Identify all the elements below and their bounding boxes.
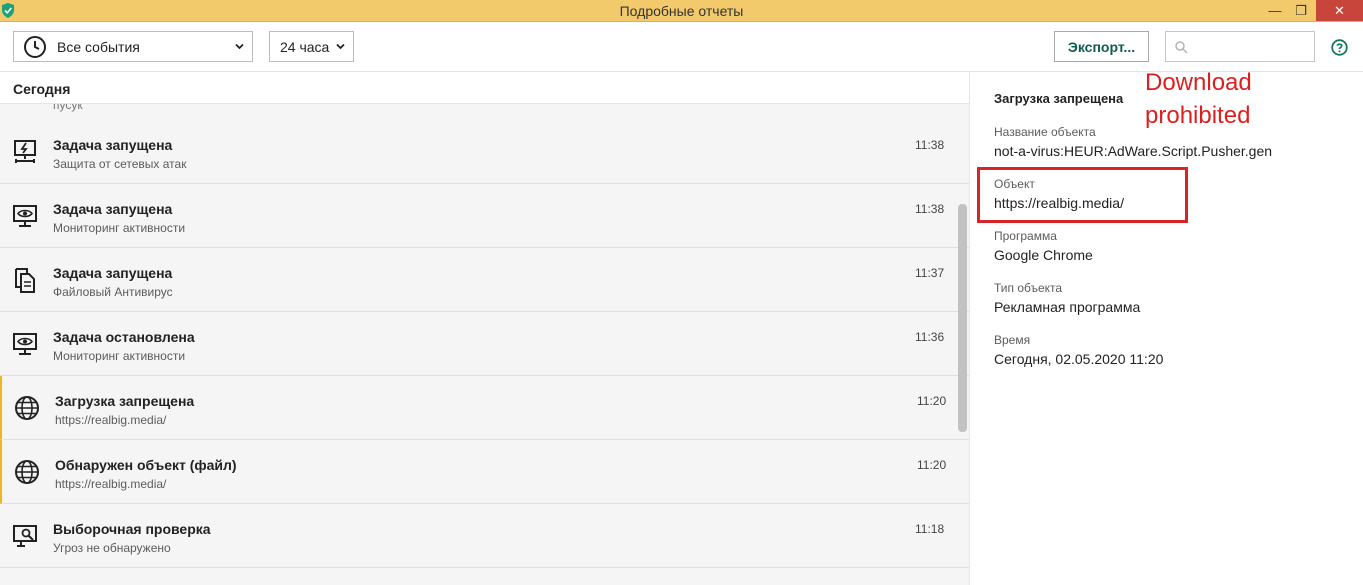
search-input[interactable] bbox=[1165, 31, 1315, 62]
globe-icon bbox=[15, 396, 39, 420]
period-value: 24 часа bbox=[280, 38, 330, 55]
export-button[interactable]: Экспорт... bbox=[1054, 31, 1149, 62]
event-subtitle: Файловый Антивирус bbox=[53, 285, 173, 299]
toolbar: Все события 24 часа Экспорт... bbox=[0, 22, 1363, 72]
event-subtitle: https://realbig.media/ bbox=[55, 413, 167, 427]
object-type-label: Тип объекта bbox=[994, 281, 1063, 295]
object-name-label: Название объекта bbox=[994, 125, 1096, 139]
event-row[interactable]: Выборочная проверка Угроз не обнаружено … bbox=[0, 504, 969, 568]
chevron-down-icon bbox=[336, 43, 345, 50]
event-subtitle: Защита от сетевых атак bbox=[53, 157, 187, 171]
clipped-previous-row: пусук bbox=[0, 104, 969, 120]
event-row[interactable]: Задача запущена Файловый Антивирус 11:37 bbox=[0, 248, 969, 312]
event-filter-select[interactable]: Все события bbox=[13, 31, 253, 62]
object-name-value: not-a-virus:HEUR:AdWare.Script.Pusher.ge… bbox=[994, 143, 1273, 159]
event-filter-value: Все события bbox=[57, 38, 140, 55]
clock-icon bbox=[24, 35, 46, 58]
chevron-down-icon bbox=[235, 43, 244, 50]
window-title: Подробные отчеты bbox=[619, 3, 744, 19]
event-time: 11:38 bbox=[915, 202, 945, 216]
annotation-text: Download prohibited bbox=[1145, 69, 1252, 129]
maximize-button[interactable]: ❐ bbox=[1288, 0, 1314, 21]
event-title: Обнаружен объект (файл) bbox=[55, 457, 237, 473]
period-select[interactable]: 24 часа bbox=[269, 31, 354, 62]
annotation-highlight-box bbox=[977, 167, 1188, 223]
file-antivirus-icon bbox=[15, 268, 35, 293]
program-label: Программа bbox=[994, 229, 1057, 243]
custom-scan-icon bbox=[13, 525, 37, 547]
event-subtitle: Мониторинг активности bbox=[53, 221, 186, 235]
event-details-pane: Загрузка запрещена Название объекта not-… bbox=[969, 72, 1363, 585]
activity-monitor-icon bbox=[13, 205, 37, 227]
event-time: 11:38 bbox=[915, 138, 945, 152]
globe-icon bbox=[15, 460, 39, 484]
event-row[interactable]: Задача запущена Мониторинг активности 11… bbox=[0, 184, 969, 248]
close-button[interactable]: ✕ bbox=[1316, 0, 1363, 21]
event-title: Выборочная проверка bbox=[53, 521, 211, 537]
event-subtitle: Мониторинг активности bbox=[53, 349, 186, 363]
activity-monitor-icon bbox=[13, 333, 37, 355]
event-title: Задача запущена bbox=[53, 137, 173, 153]
event-row[interactable]: Задача запущена Защита от сетевых атак 1… bbox=[0, 120, 969, 184]
clipped-row-text: пусук bbox=[53, 104, 83, 112]
event-subtitle: Угроз не обнаружено bbox=[53, 541, 171, 555]
event-list-pane: Сегодня пусук Задача запущена Защита от … bbox=[0, 72, 969, 585]
event-title: Загрузка запрещена bbox=[55, 393, 195, 409]
event-title: Задача запущена bbox=[53, 265, 173, 281]
event-row-selected[interactable]: Загрузка запрещена https://realbig.media… bbox=[0, 376, 969, 440]
event-title: Задача запущена bbox=[53, 201, 173, 217]
event-time: 11:36 bbox=[915, 330, 945, 344]
event-subtitle: https://realbig.media/ bbox=[55, 477, 167, 491]
event-time: 11:20 bbox=[917, 458, 947, 472]
program-value: Google Chrome bbox=[994, 247, 1093, 263]
time-label: Время bbox=[994, 333, 1031, 347]
time-value: Сегодня, 02.05.2020 11:20 bbox=[994, 351, 1164, 367]
list-scrollbar[interactable] bbox=[958, 204, 967, 432]
event-row[interactable]: Задача остановлена Мониторинг активности… bbox=[0, 312, 969, 376]
search-icon bbox=[1175, 41, 1188, 54]
event-time: 11:37 bbox=[915, 266, 945, 280]
help-icon[interactable] bbox=[1331, 39, 1348, 56]
event-time: 11:20 bbox=[917, 394, 947, 408]
title-bar: Подробные отчеты — ❐ ✕ bbox=[0, 0, 1363, 22]
event-title: Задача остановлена bbox=[53, 329, 195, 345]
event-row[interactable]: Обнаружен объект (файл) https://realbig.… bbox=[0, 440, 969, 504]
event-time: 11:18 bbox=[915, 522, 945, 536]
object-type-value: Рекламная программа bbox=[994, 299, 1141, 315]
section-header-today: Сегодня bbox=[0, 72, 969, 104]
minimize-button[interactable]: — bbox=[1262, 0, 1288, 21]
details-heading: Загрузка запрещена bbox=[994, 91, 1124, 106]
network-attack-icon bbox=[14, 140, 36, 163]
